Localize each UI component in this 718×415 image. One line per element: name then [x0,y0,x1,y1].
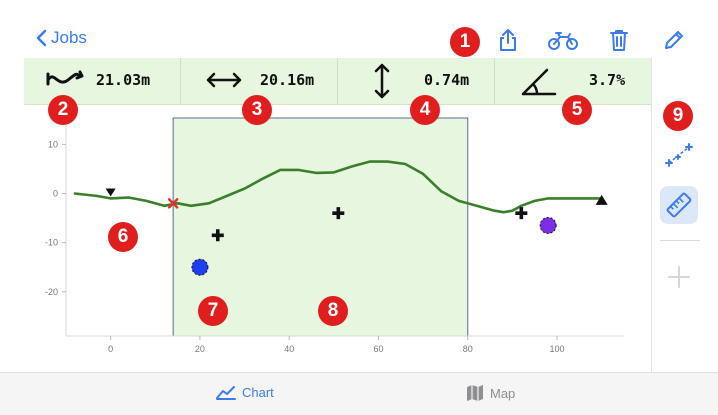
annotation-badge: 1 [450,27,480,57]
stats-bar: 21.03m 20.16m 0.74m 3.7% [24,58,651,105]
share-icon[interactable] [494,26,522,54]
stat-path-distance: 21.03m [24,58,181,104]
horizontal-arrow-icon [205,70,243,90]
y-tick-label: 10 [48,139,58,149]
stat-value: 3.7% [589,71,626,89]
chart-icon [216,386,236,400]
annotation-badge: 7 [198,296,228,326]
add-button[interactable] [660,258,698,296]
x-tick-label: 40 [284,344,294,354]
x-tick-label: 20 [195,344,205,354]
annotation-badge: 2 [48,95,78,125]
bike-icon[interactable] [547,26,579,54]
tab-chart[interactable]: Chart [216,384,274,400]
x-tick-label: 60 [373,344,383,354]
stat-value: 20.16m [260,71,315,89]
back-label: Jobs [51,28,87,47]
sidebar-divider [660,240,700,241]
y-tick-label: 0 [53,189,58,199]
tab-label: Map [490,385,516,401]
point-marker [191,258,209,276]
ruler-button[interactable] [660,186,698,224]
tab-bar: Chart Map [0,372,718,415]
add-icon [668,266,690,288]
annotation-badge: 8 [318,296,348,326]
annotation-badge: 6 [108,222,138,252]
chevron-left-icon [36,29,47,47]
stat-value: 0.74m [424,71,470,89]
wave-distance-icon [46,68,84,90]
tab-map[interactable]: Map [466,384,515,402]
annotation-badge: 5 [562,95,592,125]
point-marker [539,216,557,234]
vertical-arrow-icon [372,62,392,100]
x-tick-label: 0 [108,344,113,354]
stat-value: 21.03m [96,71,151,89]
x-tick-label: 100 [550,344,565,354]
top-bar: Jobs [0,0,718,58]
start-marker [105,188,116,197]
tab-label: Chart [242,384,274,400]
y-tick-label: -20 [45,287,58,297]
annotation-badge: 4 [410,95,440,125]
annotation-badge: 3 [242,95,272,125]
measure-points-button[interactable] [660,136,698,174]
measure-points-icon [665,143,693,167]
ruler-icon [666,192,692,218]
pencil-icon[interactable] [660,26,688,54]
x-tick-label: 80 [463,344,473,354]
map-icon [467,385,483,401]
back-button[interactable]: Jobs [36,28,87,48]
y-tick-label: -10 [45,238,58,248]
end-marker [595,194,608,205]
angle-icon [519,64,559,98]
trash-icon[interactable] [605,26,633,54]
annotation-badge: 9 [663,101,693,131]
